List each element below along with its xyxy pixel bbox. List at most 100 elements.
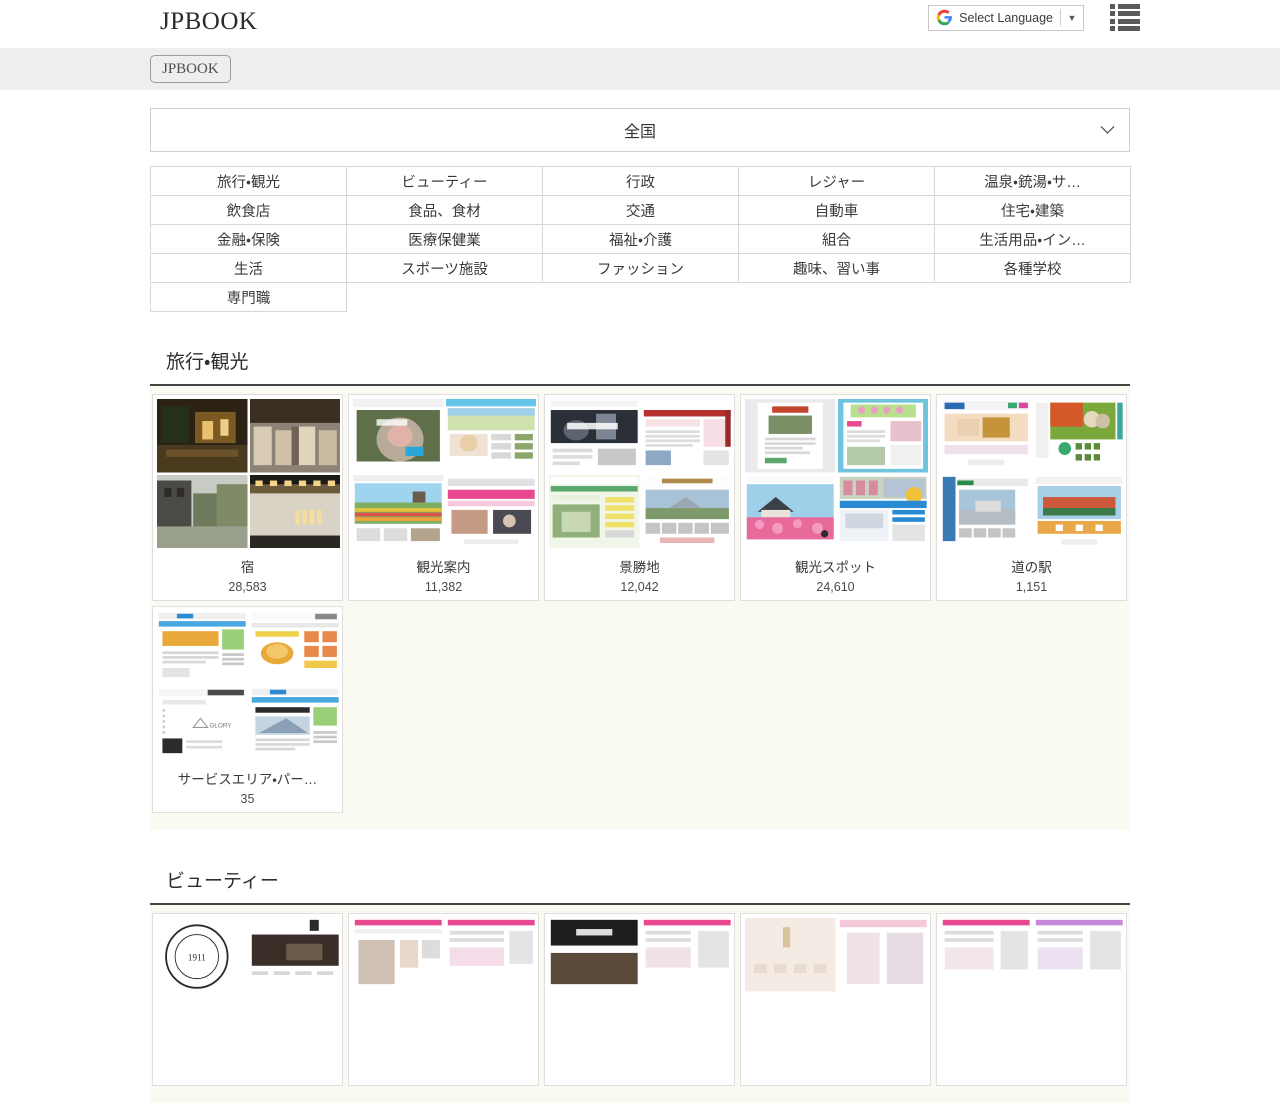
thumb-tile <box>745 475 836 549</box>
breadcrumb: JPBOOK <box>0 48 1280 90</box>
thumb-tile <box>941 994 1032 1068</box>
thumb-tile <box>642 918 733 992</box>
category-cell[interactable]: 医療保健業 <box>346 224 543 254</box>
category-cell[interactable]: 自動車 <box>738 195 935 225</box>
thumb-tile <box>1034 475 1125 549</box>
svg-text:GLORY: GLORY <box>209 722 232 729</box>
thumb-tile <box>549 399 640 473</box>
thumb-tile <box>642 399 733 473</box>
thumb-tile: 1911 <box>157 918 248 992</box>
category-table: 旅行・観光 ビューティー 行政 レジャー 温泉・銃湯・サ… 飲食店 食品、食材 … <box>150 166 1130 311</box>
category-cell[interactable]: ビューティー <box>346 166 543 196</box>
category-cell[interactable]: レジャー <box>738 166 935 196</box>
section-travel: 旅行・観光 宿 28,583 <box>150 311 1130 830</box>
thumb-tile <box>157 611 248 685</box>
category-cell[interactable]: 飲食店 <box>150 195 347 225</box>
card-count: 28,583 <box>157 580 338 594</box>
thumb-tile <box>838 399 929 473</box>
category-cell[interactable]: 旅行・観光 <box>150 166 347 196</box>
card-item[interactable] <box>936 913 1127 1086</box>
category-cell-empty <box>542 282 739 312</box>
thumb-tile <box>1034 918 1125 992</box>
card-thumbnail <box>353 918 536 1067</box>
category-cell[interactable]: 交通 <box>542 195 739 225</box>
card-title: サービスエリア・パー… <box>157 768 338 788</box>
category-cell[interactable]: 各種学校 <box>934 253 1131 283</box>
thumb-tile <box>745 994 836 1068</box>
card-item[interactable]: 宿 28,583 <box>152 394 343 601</box>
card-count: 1,151 <box>941 580 1122 594</box>
thumb-tile <box>250 687 341 761</box>
section-beauty: ビューティー 1911 <box>150 830 1130 1103</box>
thumb-tile <box>838 994 929 1068</box>
category-cell[interactable]: 生活 <box>150 253 347 283</box>
thumb-tile <box>838 475 929 549</box>
header-actions: Select Language ▼ <box>928 4 1140 31</box>
category-cell[interactable]: 組合 <box>738 224 935 254</box>
card-row: 1911 <box>150 913 1130 1091</box>
category-cell-empty <box>346 282 543 312</box>
card-thumbnail <box>745 399 928 548</box>
category-cell[interactable]: 行政 <box>542 166 739 196</box>
card-item[interactable] <box>740 913 931 1086</box>
card-count: 24,610 <box>745 580 926 594</box>
region-select[interactable]: 全国 <box>150 108 1130 152</box>
card-title: 宿 <box>157 556 338 576</box>
card-thumbnail: GLORY <box>157 611 340 760</box>
category-cell[interactable]: 食品、食材 <box>346 195 543 225</box>
category-cell[interactable]: 住宅・建築 <box>934 195 1131 225</box>
thumb-tile <box>446 399 537 473</box>
card-item[interactable]: 景勝地 12,042 <box>544 394 735 601</box>
category-cell[interactable]: スポーツ施設 <box>346 253 543 283</box>
thumb-tile <box>157 994 248 1068</box>
thumb-tile <box>1034 994 1125 1068</box>
category-cell[interactable]: ファッション <box>542 253 739 283</box>
card-item[interactable]: 道の駅 1,151 <box>936 394 1127 601</box>
section-cards: 1911 <box>150 905 1130 1103</box>
category-cell[interactable]: 専門職 <box>150 282 347 312</box>
category-cell[interactable]: 生活用品・イン… <box>934 224 1131 254</box>
card-thumbnail <box>157 399 340 548</box>
card-thumbnail <box>941 399 1124 548</box>
card-thumbnail <box>745 918 928 1067</box>
site-brand[interactable]: JPBOOK <box>160 7 257 37</box>
thumb-tile <box>250 611 341 685</box>
card-title: 景勝地 <box>549 556 730 576</box>
hamburger-list-icon[interactable] <box>1110 4 1140 31</box>
category-cell[interactable]: 温泉・銃湯・サ… <box>934 166 1131 196</box>
thumb-tile <box>157 399 248 473</box>
card-item[interactable]: 1911 <box>152 913 343 1086</box>
thumb-tile <box>250 399 341 473</box>
thumb-tile <box>250 918 341 992</box>
card-item[interactable]: 観光案内 11,382 <box>348 394 539 601</box>
card-item[interactable]: 観光スポット 24,610 <box>740 394 931 601</box>
thumb-tile <box>941 475 1032 549</box>
card-item[interactable] <box>544 913 735 1086</box>
thumb-tile <box>446 475 537 549</box>
thumb-tile <box>250 475 341 549</box>
category-cell[interactable]: 趣味、習い事 <box>738 253 935 283</box>
category-cell[interactable]: 福祉・介護 <box>542 224 739 254</box>
thumb-tile <box>745 399 836 473</box>
card-item[interactable]: GLORY サービスエリア・パー… 35 <box>152 606 343 813</box>
card-thumbnail <box>549 918 732 1067</box>
card-thumbnail: 1911 <box>157 918 340 1067</box>
card-title: 道の駅 <box>941 556 1122 576</box>
card-item[interactable] <box>348 913 539 1086</box>
section-title: ビューティー <box>150 830 1130 905</box>
chevron-down-icon[interactable]: ▼ <box>1061 6 1083 30</box>
category-cell[interactable]: 金融・保険 <box>150 224 347 254</box>
card-row: GLORY サービスエリア・パー… 35 <box>150 606 1130 818</box>
card-count: 11,382 <box>353 580 534 594</box>
thumb-tile <box>838 918 929 992</box>
google-translate-widget[interactable]: Select Language ▼ <box>928 5 1084 31</box>
card-title: 観光スポット <box>745 556 926 576</box>
card-row: 宿 28,583 観光案内 11,382 <box>150 394 1130 606</box>
breadcrumb-item-jpbook[interactable]: JPBOOK <box>150 55 231 83</box>
thumb-tile <box>250 994 341 1068</box>
thumb-tile <box>549 475 640 549</box>
translate-label: Select Language <box>959 6 1060 30</box>
card-count: 12,042 <box>549 580 730 594</box>
thumb-tile <box>549 918 640 992</box>
category-cell-empty <box>738 282 935 312</box>
